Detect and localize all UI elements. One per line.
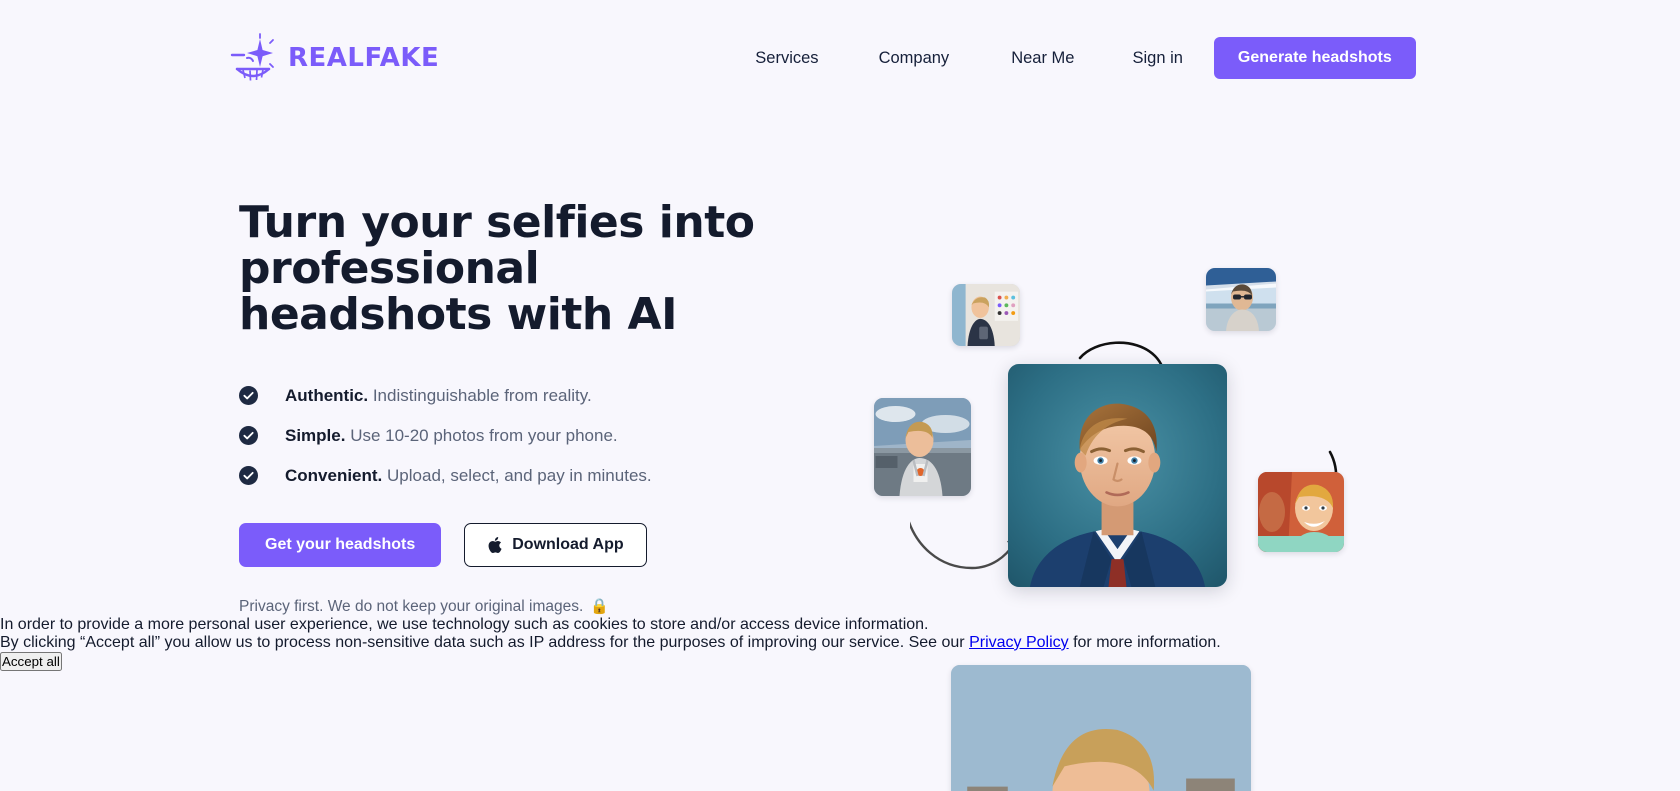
check-circle-icon [239, 426, 258, 446]
feature-text: Authentic. Indistinguishable from realit… [285, 385, 592, 407]
feature-rest: Use 10-20 photos from your phone. [345, 425, 618, 445]
privacy-note-text: Privacy first. We do not keep your origi… [239, 597, 584, 615]
check-circle-icon [239, 386, 258, 406]
download-app-label: Download App [512, 535, 624, 553]
hero-copy: Turn your selfies into professional head… [239, 197, 799, 616]
site-header: REALFAKE Services Company Near Me Sign i… [0, 0, 1680, 116]
check-circle-icon [239, 466, 258, 486]
feature-text: Simple. Use 10-20 photos from your phone… [285, 425, 618, 447]
selfie-thumbnail [1206, 268, 1276, 331]
get-your-headshots-button[interactable]: Get your headshots [239, 522, 442, 567]
feature-rest: Upload, select, and pay in minutes. [382, 465, 652, 485]
hero-cta-row: Get your headshots Download App [239, 522, 799, 567]
brand-logo[interactable]: REALFAKE [230, 33, 439, 83]
generated-headshot-image [1008, 364, 1227, 587]
selfie-thumbnail [951, 665, 1251, 791]
feature-lead: Convenient. [285, 465, 383, 485]
hero-image-collage [874, 140, 1470, 791]
cookie-text-before-link: By clicking “Accept all” you allow us to… [0, 633, 970, 651]
accept-all-button[interactable]: Accept all [0, 651, 62, 671]
page-title: Turn your selfies into professional head… [239, 197, 755, 341]
list-item: Authentic. Indistinguishable from realit… [239, 385, 799, 407]
apple-icon [487, 536, 502, 554]
main-navigation: Services Company Near Me Sign in Generat… [755, 37, 1416, 79]
feature-lead: Simple. [285, 425, 346, 445]
sparkle-smile-icon [230, 33, 276, 83]
selfie-thumbnail [952, 284, 1020, 346]
feature-text: Convenient. Upload, select, and pay in m… [285, 465, 652, 487]
nav-item-sign-in[interactable]: Sign in [1132, 41, 1182, 76]
generate-headshots-button[interactable]: Generate headshots [1213, 37, 1416, 79]
feature-rest: Indistinguishable from reality. [368, 385, 592, 405]
privacy-note: Privacy first. We do not keep your origi… [239, 598, 799, 616]
list-item: Convenient. Upload, select, and pay in m… [239, 465, 799, 487]
feature-lead: Authentic. [285, 385, 369, 405]
download-app-button[interactable]: Download App [464, 522, 647, 567]
hero-section: Turn your selfies into professional head… [0, 197, 1680, 791]
brand-name: REALFAKE [288, 43, 440, 73]
nav-item-company[interactable]: Company [879, 41, 950, 76]
selfie-thumbnail [874, 398, 971, 496]
selfie-thumbnail [1258, 472, 1344, 552]
feature-list: Authentic. Indistinguishable from realit… [239, 385, 799, 487]
nav-item-near-me[interactable]: Near Me [1011, 41, 1074, 76]
nav-item-services[interactable]: Services [755, 41, 818, 76]
list-item: Simple. Use 10-20 photos from your phone… [239, 425, 799, 447]
lock-icon: 🔒 [590, 598, 609, 616]
